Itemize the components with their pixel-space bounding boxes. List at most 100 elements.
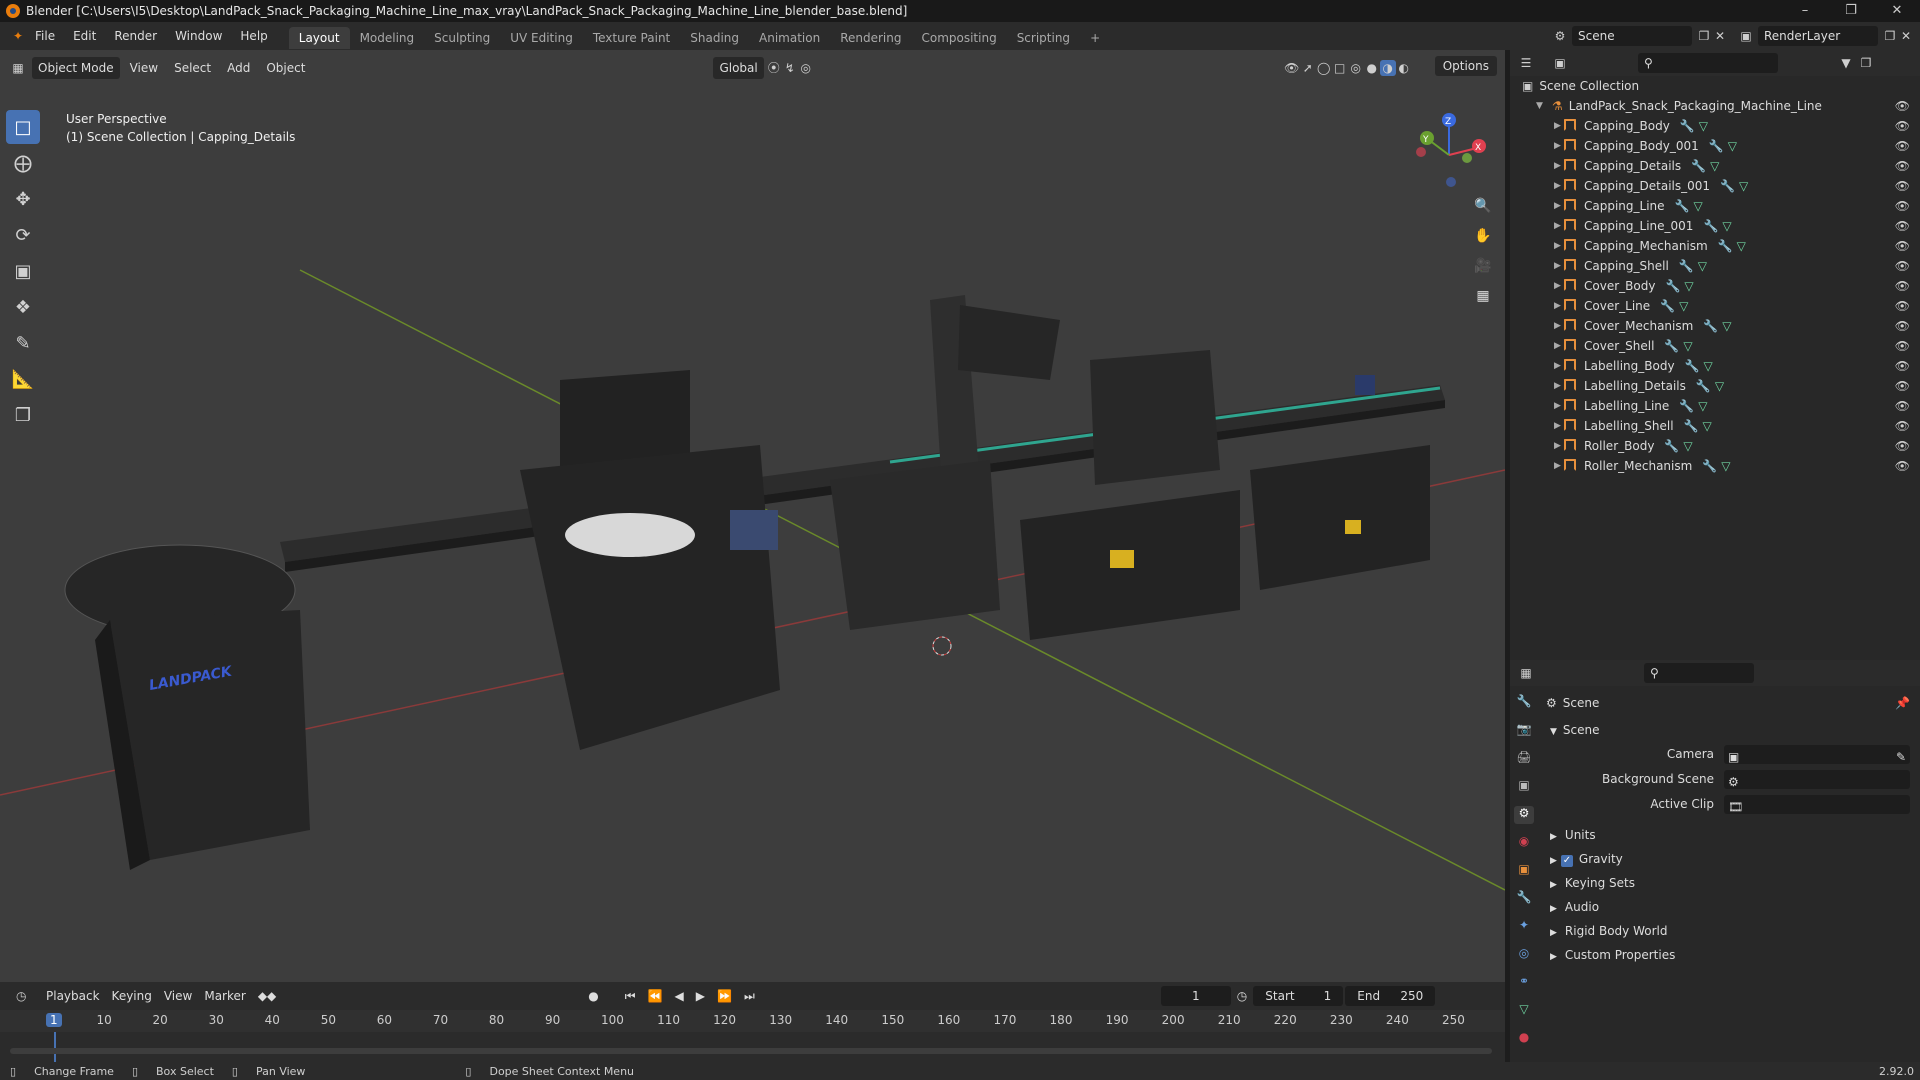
add-cube-tool-icon[interactable]: ❐ [6,398,40,432]
next-keyframe-icon[interactable]: ⏩ [711,989,738,1003]
outliner-object-row[interactable]: ▶ Cover_Line 🔧 ▽ 👁 [1510,296,1920,316]
gravity-checkbox[interactable]: ✓ [1560,855,1573,867]
expand-icon[interactable]: ▶ [1554,296,1561,316]
rotate-tool-icon[interactable]: ⟳ [6,218,40,252]
tab-sculpting[interactable]: Sculpting [424,27,500,49]
expand-icon[interactable]: ▶ [1554,116,1561,136]
snap-icon[interactable]: ↯ [782,60,798,76]
menu-keying[interactable]: Keying [106,989,158,1003]
outliner-object-row[interactable]: ▶ Roller_Mechanism 🔧 ▽ 👁 [1510,456,1920,476]
mesh-data-icon[interactable]: ▽ [1721,459,1730,473]
physics-tab-icon[interactable]: ◎ [1514,946,1534,964]
editor-type-icon[interactable]: ▦ [10,60,26,76]
mesh-data-icon[interactable]: ▽ [1739,179,1748,193]
frame-ruler[interactable]: 1 10 20 30 40 50 60 70 80 90 100 110 120 130 140 150 160… [0,1010,1505,1032]
blender-menu-icon[interactable]: ✦ [10,28,26,44]
outliner-scene-collection[interactable]: ▣ Scene Collection [1510,76,1920,96]
material-shading-icon[interactable]: ◑ [1379,60,1396,76]
active-clip-field[interactable]: 🎞 [1724,795,1910,814]
measure-tool-icon[interactable]: 📐 [6,362,40,396]
visibility-eye-icon[interactable]: 👁 [1895,256,1910,276]
expand-icon[interactable]: ▶ [1554,196,1561,216]
mesh-data-icon[interactable]: ▽ [1710,159,1719,173]
minimize-icon[interactable]: – [1782,0,1828,22]
outliner-collection[interactable]: ▼ ⚗ LandPack_Snack_Packaging_Machine_Line… [1510,96,1920,116]
gizmo-icon[interactable]: ➚ [1300,60,1316,76]
modifier-wrench-icon[interactable]: 🔧 [1664,439,1679,453]
visibility-icon[interactable]: 👁 [1284,60,1300,76]
prev-keyframe-icon[interactable]: ⏪ [642,989,669,1003]
mesh-data-icon[interactable]: ▽ [1699,119,1708,133]
select-box-tool-icon[interactable]: □ [6,110,40,144]
scene-icon[interactable]: ⚙ [1552,28,1568,44]
scene-panel-header[interactable]: ▼ Scene [1544,718,1920,742]
modifier-wrench-icon[interactable]: 🔧 [1675,199,1690,213]
outliner-object-row[interactable]: ▶ Capping_Shell 🔧 ▽ 👁 [1510,256,1920,276]
new-layer-icon[interactable]: ❐ [1882,28,1898,44]
overlay-icon[interactable]: ◯ [1316,60,1332,76]
outliner-object-row[interactable]: ▶ Capping_Body 🔧 ▽ 👁 [1510,116,1920,136]
timeline-editor-icon[interactable]: ◷ [10,988,26,1004]
visibility-eye-icon[interactable]: 👁 [1895,196,1910,216]
menu-render[interactable]: Render [105,22,166,50]
menu-window[interactable]: Window [166,22,231,50]
tab-shading[interactable]: Shading [680,27,749,49]
camera-field[interactable]: ▣ ✎ [1724,745,1910,764]
modifier-wrench-icon[interactable]: 🔧 [1718,239,1733,253]
outliner-object-row[interactable]: ▶ Labelling_Details 🔧 ▽ 👁 [1510,376,1920,396]
solid-shading-icon[interactable]: ● [1364,60,1380,76]
visibility-eye-icon[interactable]: 👁 [1895,336,1910,356]
delete-scene-icon[interactable]: ✕ [1712,28,1728,44]
menu-marker[interactable]: Marker [198,989,251,1003]
modifier-wrench-icon[interactable]: 🔧 [1660,299,1675,313]
jump-start-icon[interactable]: ⏮ [619,989,642,1004]
visibility-eye-icon[interactable]: 👁 [1895,316,1910,336]
outliner-object-row[interactable]: ▶ Capping_Line_001 🔧 ▽ 👁 [1510,216,1920,236]
expand-icon[interactable]: ▶ [1554,336,1561,356]
keying-sets-section[interactable]: ▶ Keying Sets [1544,871,1920,895]
outliner-object-row[interactable]: ▶ Capping_Body_001 🔧 ▽ 👁 [1510,136,1920,156]
expand-icon[interactable]: ▶ [1554,416,1561,436]
modifier-wrench-icon[interactable]: 🔧 [1696,379,1711,393]
camera-view-icon[interactable]: 🎥 [1471,254,1495,278]
rigid-body-world-section[interactable]: ▶ Rigid Body World [1544,919,1920,943]
delete-layer-icon[interactable]: ✕ [1898,28,1914,44]
outliner-object-row[interactable]: ▶ Capping_Line 🔧 ▽ 👁 [1510,196,1920,216]
material-tab-icon[interactable]: ● [1514,1030,1534,1048]
modifier-wrench-icon[interactable]: 🔧 [1702,459,1717,473]
modifier-wrench-icon[interactable]: 🔧 [1703,219,1718,233]
mesh-data-icon[interactable]: ▽ [1683,439,1692,453]
outliner-search-input[interactable]: ⚲ [1638,53,1778,73]
menu-add[interactable]: Add [221,57,256,79]
outliner-object-row[interactable]: ▶ Labelling_Line 🔧 ▽ 👁 [1510,396,1920,416]
cursor-tool-icon[interactable]: ⨁ [6,146,40,180]
proportional-edit-icon[interactable]: ◎ [798,60,814,76]
modifier-wrench-icon[interactable]: 🔧 [1685,359,1700,373]
properties-search-input[interactable]: ⚲ [1644,663,1754,683]
wireframe-shading-icon[interactable]: ◎ [1348,60,1364,76]
expand-icon[interactable]: ▶ [1554,456,1561,476]
outliner-object-row[interactable]: ▶ Labelling_Shell 🔧 ▽ 👁 [1510,416,1920,436]
menu-select[interactable]: Select [168,57,217,79]
start-frame-field[interactable]: Start 1 [1253,986,1344,1006]
ortho-grid-icon[interactable]: ▦ [1471,284,1495,308]
mesh-data-icon[interactable]: ▽ [1722,319,1731,333]
outliner-object-row[interactable]: ▶ Capping_Details 🔧 ▽ 👁 [1510,156,1920,176]
modifier-wrench-icon[interactable]: 🔧 [1679,259,1694,273]
modifier-wrench-icon[interactable]: 🔧 [1691,159,1706,173]
expand-icon[interactable]: ▶ [1554,396,1561,416]
audio-section[interactable]: ▶ Audio [1544,895,1920,919]
menu-help[interactable]: Help [231,22,276,50]
mesh-data-icon[interactable]: ▽ [1698,399,1707,413]
pan-hand-icon[interactable]: ✋ [1471,224,1495,248]
data-tab-icon[interactable]: ▽ [1514,1002,1534,1020]
current-frame-field[interactable]: 1 [1160,986,1231,1006]
scene-tab-icon[interactable]: ⚙ [1514,806,1534,824]
modifier-wrench-icon[interactable]: 🔧 [1680,119,1695,133]
modifier-wrench-icon[interactable]: 🔧 [1664,339,1679,353]
outliner-editor-icon[interactable]: ☰ [1518,55,1534,71]
clock-icon[interactable]: ◷ [1231,989,1253,1003]
rendered-shading-icon[interactable]: ◐ [1396,60,1412,76]
tab-compositing[interactable]: Compositing [911,27,1006,49]
play-icon[interactable]: ▶ [690,989,711,1003]
